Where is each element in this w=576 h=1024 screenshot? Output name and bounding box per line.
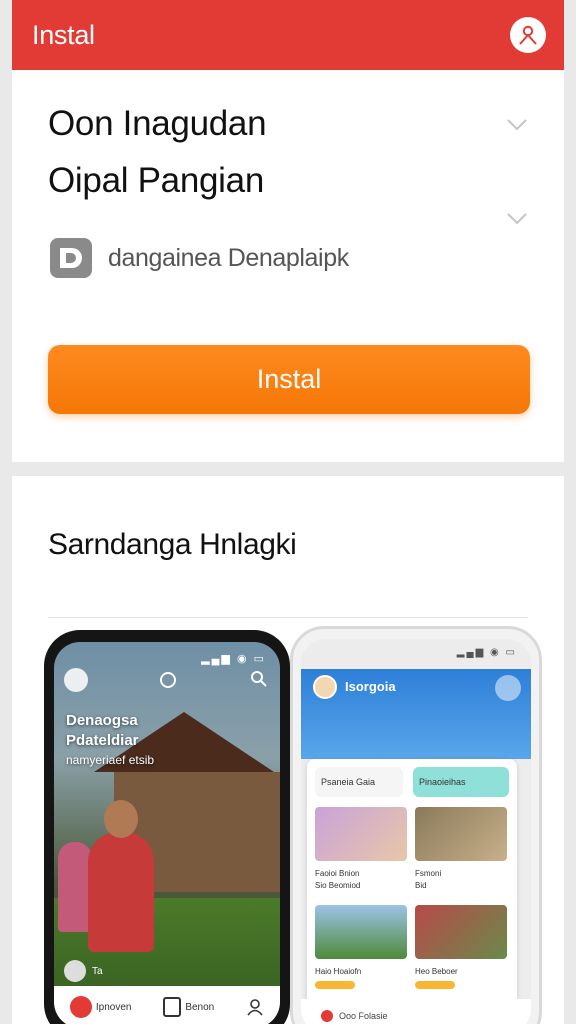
- screenshots-card: Sarndanga Hnlagki ▂▄▆ ◉ ▭ Denaogsa Pdate…: [12, 476, 564, 1024]
- profile-icon: [247, 999, 263, 1016]
- phone1-heading1: Denaogsa: [66, 712, 138, 729]
- chat-icon: [160, 672, 176, 688]
- phone2-screen: ▂▄▆ ◉ ▭ Isorgoia Psaneia Gaia Pinaoieiha…: [301, 639, 531, 1024]
- home-icon: [69, 996, 92, 1018]
- phone2-header-title: Isorgoia: [345, 679, 396, 694]
- phone2-content-panel: Psaneia Gaia Pinaoieihas Faoioi Bnion Si…: [307, 759, 517, 1009]
- phone1-nav-label: Benon: [185, 1001, 215, 1013]
- app-name-line2: Oipal Pangian: [48, 161, 264, 200]
- thumbnail-image: [415, 807, 507, 861]
- phone1-chip: Ta: [64, 960, 103, 982]
- chevron-down-icon[interactable]: [506, 212, 528, 226]
- screenshots-section-title: Sarndanga Hnlagki: [48, 528, 297, 561]
- phone1-chip-label: Ta: [92, 965, 103, 977]
- developer-name: dangainea Denaplaipk: [108, 243, 349, 272]
- phone2-caption: Sio Beomiod: [315, 881, 361, 890]
- phone1-bottom-nav: Ipnoven Benon: [54, 986, 280, 1024]
- divider: [48, 617, 528, 618]
- developer-logo-icon: [50, 238, 92, 278]
- app-name-line1: Oon Inagudan: [48, 104, 267, 143]
- price-tag: [415, 981, 455, 989]
- avatar: [64, 668, 88, 692]
- phone2-chip: Pinaoieihas: [413, 767, 509, 797]
- phone2-bottom-label: Ooo Folasie: [339, 1011, 388, 1021]
- thumbnail-image: [315, 905, 407, 959]
- phone2-caption: Fsmoni: [415, 869, 442, 878]
- bookmark-icon: [163, 997, 182, 1017]
- heart-icon: [321, 1010, 333, 1022]
- person-head: [104, 800, 138, 838]
- phone1-screen: ▂▄▆ ◉ ▭ Denaogsa Pdateldiar namyeriaef e…: [54, 642, 280, 1024]
- screenshot-phone-1[interactable]: ▂▄▆ ◉ ▭ Denaogsa Pdateldiar namyeriaef e…: [44, 630, 290, 1024]
- app-info-card: Oon Inagudan Oipal Pangian dangainea Den…: [12, 70, 564, 462]
- chevron-down-icon[interactable]: [506, 118, 528, 132]
- app-bar-title: Instal: [32, 19, 95, 50]
- phone2-chip: Psaneia Gaia: [315, 767, 403, 797]
- person-figure: [88, 832, 154, 952]
- phone1-nav-item: Benon: [163, 997, 214, 1017]
- search-icon: [251, 671, 267, 687]
- phone2-caption: Haio Hoaiofn: [315, 967, 362, 976]
- account-icon: [519, 25, 537, 45]
- avatar: [313, 675, 337, 699]
- price-tag: [315, 981, 355, 989]
- install-button[interactable]: Instal: [48, 345, 530, 414]
- phone1-subtitle: namyeriaef etsib: [66, 753, 155, 767]
- phone2-bottom-bar: Ooo Folasie: [301, 999, 531, 1024]
- screenshot-phone-2[interactable]: ▂▄▆ ◉ ▭ Isorgoia Psaneia Gaia Pinaoieiha…: [290, 626, 542, 1024]
- person-figure: [58, 842, 92, 932]
- phone1-nav-label: Ipnoven: [95, 1001, 132, 1013]
- account-button[interactable]: [510, 17, 546, 53]
- status-bar-icons: ▂▄▆ ◉ ▭: [456, 647, 517, 658]
- thumbnail-image: [315, 807, 407, 861]
- thumbnail-image: [415, 905, 507, 959]
- search-icon: [495, 675, 521, 701]
- top-app-bar: Instal: [12, 0, 564, 70]
- avatar: [64, 960, 86, 982]
- phone2-caption: Faoioi Bnion: [315, 869, 360, 878]
- phone1-nav-item: Ipnoven: [69, 996, 132, 1018]
- phone1-heading2: Pdateldiar: [66, 732, 139, 749]
- developer-row[interactable]: dangainea Denaplaipk: [50, 238, 349, 278]
- phone2-caption: Bid: [415, 881, 427, 890]
- status-bar-icons: ▂▄▆ ◉ ▭: [201, 653, 266, 665]
- phone2-caption: Heo Beboer: [415, 967, 458, 976]
